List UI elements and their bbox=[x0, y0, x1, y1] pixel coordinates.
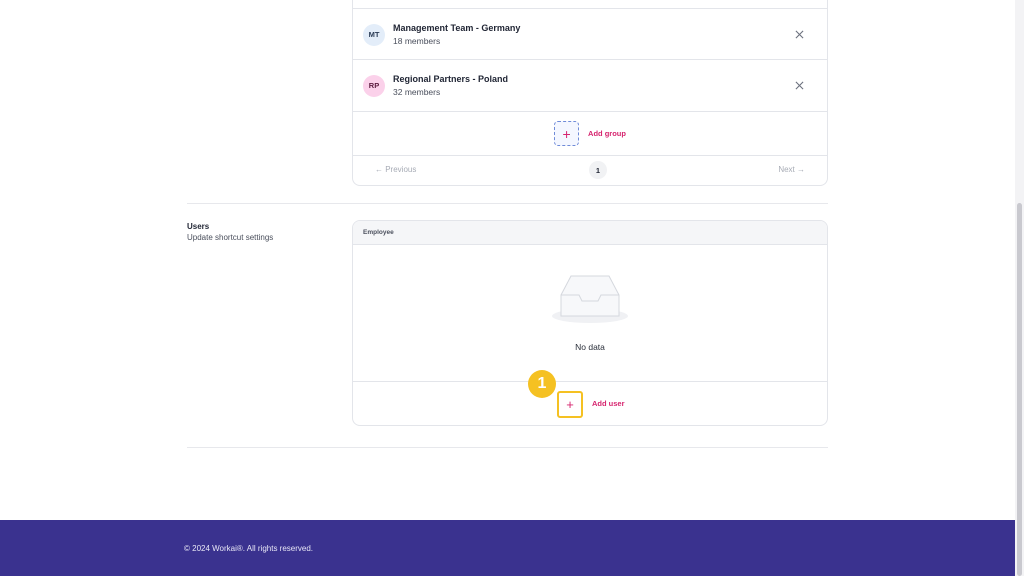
add-group-button[interactable]: + bbox=[554, 121, 580, 146]
previous-page-button[interactable]: ← Previous bbox=[375, 165, 416, 174]
group-member-count: 32 members bbox=[393, 87, 441, 97]
empty-inbox-icon bbox=[552, 275, 628, 323]
group-row-regional-partners: RP Regional Partners - Poland 32 members bbox=[353, 59, 827, 111]
group-name: Management Team - Germany bbox=[393, 23, 521, 33]
remove-group-button[interactable] bbox=[791, 78, 807, 94]
add-user-label[interactable]: Add user bbox=[592, 399, 625, 408]
page-footer: © 2024 Workai®. All rights reserved. bbox=[0, 520, 1015, 576]
close-icon bbox=[795, 81, 803, 90]
group-row-management-team: MT Management Team - Germany 18 members bbox=[353, 8, 827, 60]
scrollbar-track[interactable] bbox=[1015, 0, 1024, 576]
step-marker-badge: 1 bbox=[528, 370, 556, 398]
plus-icon: + bbox=[566, 397, 574, 412]
section-title: Users bbox=[187, 222, 210, 231]
section-divider bbox=[187, 203, 828, 204]
avatar: MT bbox=[363, 23, 385, 46]
add-user-button[interactable]: + bbox=[557, 391, 583, 418]
section-divider bbox=[187, 447, 828, 448]
no-data-text: No data bbox=[575, 342, 605, 352]
groups-card: MT Management Team - Germany 18 members … bbox=[352, 0, 828, 186]
plus-icon: + bbox=[562, 125, 571, 142]
section-description: Update shortcut settings bbox=[187, 233, 274, 242]
add-group-label[interactable]: Add group bbox=[588, 129, 626, 138]
page-number-button[interactable]: 1 bbox=[589, 161, 607, 179]
group-member-count: 18 members bbox=[393, 36, 441, 46]
avatar: RP bbox=[363, 74, 385, 97]
table-header-employee: Employee bbox=[353, 221, 827, 245]
group-info: Regional Partners - Poland 32 members bbox=[393, 73, 791, 98]
copyright-text: © 2024 Workai®. All rights reserved. bbox=[184, 544, 314, 553]
remove-group-button[interactable] bbox=[791, 27, 807, 43]
close-icon bbox=[795, 30, 803, 39]
pagination: ← Previous 1 Next → bbox=[353, 155, 827, 185]
group-name: Regional Partners - Poland bbox=[393, 74, 509, 84]
scrollbar-thumb[interactable] bbox=[1017, 203, 1022, 576]
add-group-row: + Add group bbox=[353, 111, 827, 155]
next-page-button[interactable]: Next → bbox=[778, 165, 805, 174]
add-user-row: + Add user bbox=[353, 381, 827, 425]
users-card: Employee No data + Add user bbox=[352, 220, 828, 426]
group-info: Management Team - Germany 18 members bbox=[393, 22, 791, 47]
